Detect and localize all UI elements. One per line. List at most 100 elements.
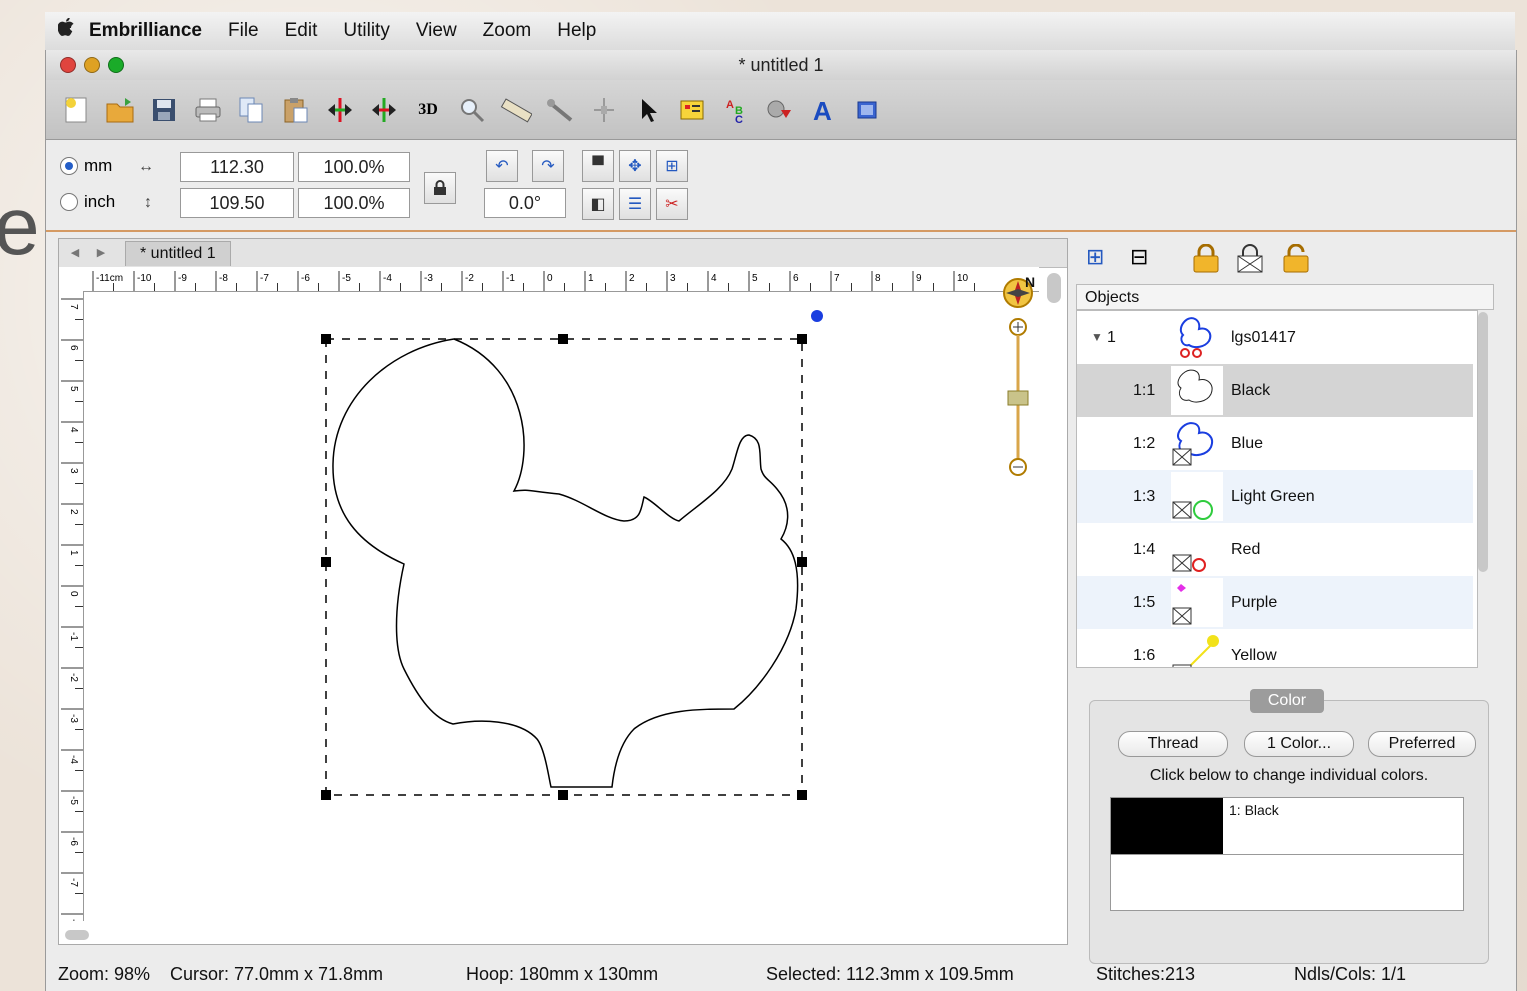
app-window: * untitled 1 3D ABC A mm inch ↔ ↕ 112.30… (45, 50, 1517, 991)
row-name: Purple (1231, 594, 1278, 611)
rotate-right-icon: ↷ (541, 158, 555, 175)
center-button[interactable]: ✥ (619, 150, 651, 182)
list-button[interactable]: ☰ (619, 188, 651, 220)
menu-embrilliance[interactable]: Embrilliance (89, 20, 202, 42)
objects-panel: ⊞ ⊟ Objects ▼ 1 lgs01417 1:1 Black 1:2 B… (1076, 238, 1494, 686)
handle-bottom-left (321, 790, 331, 800)
rotate-left-button[interactable]: ↶ (486, 150, 518, 182)
center-hoop-button[interactable]: ⊞ (656, 150, 688, 182)
ruler-icon[interactable] (500, 94, 532, 126)
rotate-left-icon: ↶ (495, 158, 509, 175)
color-tab[interactable]: Color (1250, 689, 1324, 713)
lettering-abc-icon[interactable]: ABC (720, 94, 752, 126)
list-item-light-green[interactable]: 1:3 Light Green (1077, 470, 1473, 523)
row-number: 1:5 (1133, 594, 1156, 611)
list-item-design[interactable]: ▼ 1 lgs01417 (1077, 311, 1473, 364)
wrench-icon[interactable] (544, 94, 576, 126)
align-left-button[interactable]: ◧ (582, 188, 614, 220)
swatch-label[interactable]: 1: Black (1229, 802, 1279, 818)
handle-top-mid (558, 334, 568, 344)
mirror-horizontal-icon[interactable] (324, 94, 356, 126)
black-swatch[interactable] (1111, 798, 1223, 854)
row-name: Red (1231, 541, 1261, 558)
row-name: Blue (1231, 435, 1264, 452)
3d-icon[interactable]: 3D (412, 94, 444, 126)
handle-bottom-mid (558, 790, 568, 800)
list-item-yellow[interactable]: 1:6 Yellow (1077, 629, 1473, 667)
center-hoop-icon: ⊞ (665, 158, 679, 175)
row-number: 1 (1107, 329, 1116, 346)
rotate-handle (811, 310, 823, 322)
cut-button[interactable]: ✂ (656, 188, 688, 220)
expand-triangle-icon[interactable]: ▼ (1091, 311, 1103, 364)
handle-bottom-right (797, 790, 807, 800)
save-icon[interactable] (148, 94, 180, 126)
menu-zoom[interactable]: Zoom (483, 20, 532, 42)
duck-outline (332, 338, 799, 788)
width-field[interactable]: 112.30 (180, 152, 294, 182)
rotate-right-button[interactable]: ↷ (532, 150, 564, 182)
lock-icon (434, 180, 446, 195)
status-cursor: Cursor: 77.0mm x 71.8mm (170, 964, 384, 984)
objects-list: ▼ 1 lgs01417 1:1 Black 1:2 Blue 1:3 Ligh… (1076, 310, 1478, 668)
menu-view[interactable]: View (416, 20, 457, 42)
mirror-vertical-icon[interactable] (368, 94, 400, 126)
thread-button[interactable]: Thread (1118, 731, 1228, 757)
design-drawing (321, 310, 823, 800)
collapse-all-icon[interactable]: ⊟ (1130, 244, 1148, 270)
list-item-red[interactable]: 1:4 Red (1077, 523, 1473, 576)
list-item-black[interactable]: 1:1 Black (1077, 364, 1473, 417)
rotation-field[interactable]: 0.0° (484, 188, 566, 218)
stitch-icon[interactable] (588, 94, 620, 126)
radio-dot-selected (60, 157, 78, 175)
lock-selected-icon[interactable] (1236, 244, 1264, 281)
pointer-icon[interactable] (632, 94, 664, 126)
list-item-blue[interactable]: 1:2 Blue (1077, 417, 1473, 470)
text-a-icon[interactable]: A (808, 94, 840, 126)
lock-all-icon[interactable] (1192, 243, 1220, 281)
minimize-window-button[interactable] (84, 57, 100, 73)
new-icon[interactable] (60, 94, 92, 126)
align-top-button[interactable]: ▀ (582, 150, 614, 182)
unlock-icon[interactable] (1282, 243, 1310, 281)
handle-mid-left (321, 557, 331, 567)
row-name: Light Green (1231, 488, 1315, 505)
apple-icon[interactable] (45, 17, 89, 44)
copy-icon[interactable] (236, 94, 268, 126)
expand-all-icon[interactable]: ⊞ (1086, 244, 1104, 270)
row-number: 1:2 (1133, 435, 1156, 452)
unit-inch-radio[interactable]: inch (60, 192, 115, 212)
paste-icon[interactable] (280, 94, 312, 126)
width-percent-field[interactable]: 100.0% (298, 152, 410, 182)
lock-ratio-button[interactable] (424, 172, 456, 204)
preferred-button[interactable]: Preferred (1368, 731, 1476, 757)
center-icon: ✥ (628, 158, 642, 175)
properties-icon[interactable] (676, 94, 708, 126)
magnify-icon[interactable] (456, 94, 488, 126)
zoom-window-button[interactable] (108, 57, 124, 73)
print-icon[interactable] (192, 94, 224, 126)
objects-scrollbar[interactable] (1478, 312, 1488, 572)
status-hoop: Hoop: 180mm x 130mm (466, 964, 659, 984)
objects-header: Objects (1076, 284, 1494, 310)
height-percent-field[interactable]: 100.0% (298, 188, 410, 218)
open-icon[interactable] (104, 94, 136, 126)
list-item-purple[interactable]: 1:5 Purple (1077, 576, 1473, 629)
row-name: lgs01417 (1231, 329, 1296, 346)
settings-icon[interactable] (764, 94, 796, 126)
height-field[interactable]: 109.50 (180, 188, 294, 218)
row-name: Yellow (1231, 647, 1277, 664)
status-zoom: Zoom: 98% (58, 964, 151, 984)
one-color-button[interactable]: 1 Color... (1244, 731, 1354, 757)
black-thumbnail (1171, 366, 1223, 415)
menu-file[interactable]: File (228, 20, 259, 42)
menu-help[interactable]: Help (557, 20, 596, 42)
main-toolbar: 3D ABC A (46, 80, 1516, 140)
export-icon[interactable] (852, 94, 884, 126)
close-window-button[interactable] (60, 57, 76, 73)
menu-utility[interactable]: Utility (343, 20, 389, 42)
status-selected: Selected: 112.3mm x 109.5mm (766, 964, 1014, 984)
status-bar: Zoom: 98% Cursor: 77.0mm x 71.8mm Hoop: … (46, 958, 1516, 991)
unit-mm-radio[interactable]: mm (60, 156, 112, 176)
menu-edit[interactable]: Edit (285, 20, 318, 42)
